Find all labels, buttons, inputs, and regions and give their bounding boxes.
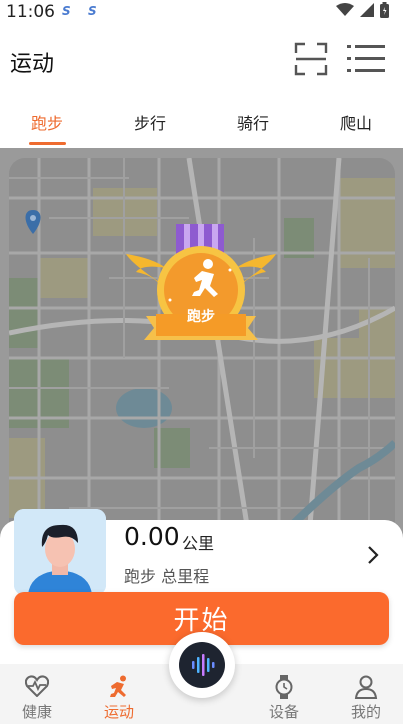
- battery-icon: [380, 2, 389, 18]
- nav-item-devices[interactable]: 设备: [249, 664, 319, 724]
- tab-climbing[interactable]: 爬山: [340, 110, 372, 134]
- tab-running[interactable]: 跑步: [31, 110, 63, 134]
- medal-label: 跑步: [187, 309, 215, 325]
- nav-label: 设备: [268, 703, 299, 721]
- app-notification-icon: S: [88, 4, 97, 18]
- menu-button[interactable]: [347, 42, 385, 76]
- wifi-icon: [336, 3, 354, 16]
- nav-item-sport[interactable]: 运动: [84, 664, 154, 724]
- nav-label: 我的: [350, 703, 381, 721]
- app-header: 运动: [0, 24, 403, 96]
- distance-caption: 跑步 总里程: [124, 567, 210, 586]
- nav-label: 运动: [103, 703, 134, 721]
- status-bar: 11:06 S S: [0, 0, 403, 24]
- chevron-right-icon: [368, 546, 379, 564]
- status-time: 11:06: [6, 2, 55, 22]
- avatar[interactable]: [14, 509, 106, 595]
- status-icons: [336, 2, 389, 18]
- heart-pulse-icon: [25, 675, 49, 697]
- nav-label: 健康: [21, 703, 52, 721]
- distance-value: 0.00: [124, 522, 180, 551]
- voice-fab-core: [179, 642, 225, 688]
- running-medal: 跑步: [122, 224, 280, 352]
- nav-item-health[interactable]: 健康: [2, 664, 72, 724]
- page-title: 运动: [10, 52, 55, 77]
- runner-icon: [110, 675, 126, 697]
- scan-button[interactable]: [294, 42, 328, 76]
- signal-icon: [360, 3, 374, 17]
- user-avatar-icon: [14, 509, 106, 595]
- scan-icon: [294, 42, 328, 76]
- tab-walking[interactable]: 步行: [134, 110, 166, 134]
- distance-unit: 公里: [182, 534, 215, 553]
- sport-tabs: 跑步 步行 骑行 爬山: [0, 96, 403, 148]
- voice-wave-icon: [192, 654, 215, 676]
- app-notification-icon: S: [62, 4, 71, 18]
- voice-assistant-button[interactable]: [169, 632, 235, 698]
- active-tab-indicator: [29, 142, 66, 145]
- tab-cycling[interactable]: 骑行: [237, 110, 269, 134]
- list-menu-icon: [347, 45, 385, 72]
- nav-item-mine[interactable]: 我的: [331, 664, 401, 724]
- details-button[interactable]: [366, 543, 382, 567]
- person-icon: [354, 675, 378, 699]
- running-medal-icon: [126, 224, 276, 340]
- watch-icon: [275, 675, 293, 699]
